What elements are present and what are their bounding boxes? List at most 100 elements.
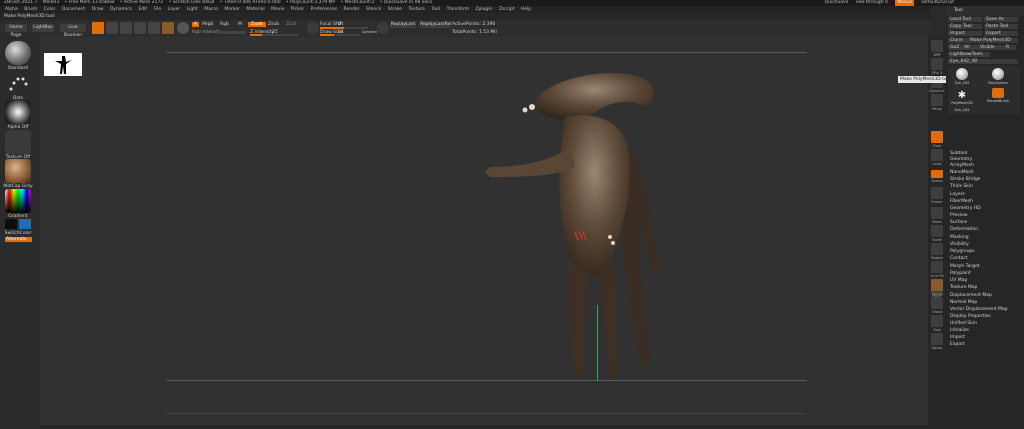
menu-stencil[interactable]: Stencil [366, 6, 381, 13]
menu-arraymesh[interactable]: ArrayMesh [950, 163, 974, 168]
star-icon[interactable]: ✱ [948, 90, 976, 101]
menu-zscript[interactable]: Zscript [499, 6, 515, 13]
switch-color-label[interactable]: SwitchColor [0, 231, 36, 236]
menu-color[interactable]: Color [44, 6, 56, 13]
matcap-swatch[interactable] [5, 159, 31, 183]
texture-sphere-icon[interactable] [177, 22, 189, 34]
texture-swatch[interactable] [5, 130, 31, 154]
menu-transform[interactable]: Transform [447, 6, 469, 13]
spix-button[interactable] [931, 58, 943, 70]
tool-thumb-simplebrush[interactable] [992, 88, 1004, 98]
scale-button[interactable] [134, 22, 146, 34]
menu-edit[interactable]: Edit [138, 6, 147, 13]
material-swatch[interactable] [162, 22, 174, 34]
menu-vector-displacement-map[interactable]: Vector Displacement Map [950, 307, 1008, 312]
menu-texture-map[interactable]: Texture Map [950, 285, 977, 290]
bpr-button[interactable] [931, 40, 943, 52]
z-intensity-slider[interactable] [250, 34, 298, 36]
dynamic-toggle[interactable]: Dynamic [362, 30, 377, 34]
menu-alpha[interactable]: Alpha [5, 6, 18, 13]
move-view-button[interactable] [931, 207, 943, 219]
rgb-toggle[interactable]: Rgb [220, 22, 229, 27]
menu-surface[interactable]: Surface [950, 220, 967, 225]
dots-stroke-icon[interactable] [5, 71, 31, 95]
menu-normal-map[interactable]: Normal Map [950, 300, 977, 305]
tool-title[interactable]: Tool [954, 8, 963, 13]
current-tool-name[interactable]: Eye_042_48 [948, 59, 1018, 64]
ghost-button[interactable] [931, 297, 943, 309]
menu-layer[interactable]: Layer [168, 6, 181, 13]
lightbox-tools-button[interactable]: Lightbox▸Tools [948, 52, 990, 57]
menu-dynamics[interactable]: Dynamics [110, 6, 132, 13]
menu-thick-skin[interactable]: Thick Skin [950, 184, 973, 189]
color-picker[interactable] [5, 189, 31, 213]
menu-layers[interactable]: Layers [950, 192, 965, 197]
menu-light[interactable]: Light [187, 6, 198, 13]
visible-button[interactable]: Visible [978, 45, 1004, 50]
menu-document[interactable]: Document [62, 6, 85, 13]
menu-masking[interactable]: Masking [950, 235, 969, 240]
menu-contact[interactable]: Contact [950, 256, 968, 261]
menu-polypaint[interactable]: Polypaint [950, 271, 971, 276]
menu-fibermesh[interactable]: FiberMesh [950, 199, 973, 204]
draw-size-slider[interactable] [320, 34, 360, 36]
menu-geometry[interactable]: Geometry [950, 157, 972, 162]
menu-displacement-map[interactable]: Displacement Map [950, 293, 992, 298]
menu-preview[interactable]: Preview [950, 213, 968, 218]
copy-tool-button[interactable]: Copy Tool [948, 24, 982, 29]
solo-button[interactable] [931, 315, 943, 327]
alternate-button[interactable]: Alternate [5, 237, 32, 242]
clone-button[interactable]: Clone [948, 38, 968, 43]
menu-geometry-hd[interactable]: Geometry HD [950, 206, 981, 211]
floor-button[interactable] [931, 131, 943, 143]
menu-macro[interactable]: Macro [204, 6, 218, 13]
menu-morph-target[interactable]: Morph Target [950, 264, 980, 269]
menu-render[interactable]: Render [344, 6, 360, 13]
replay-last-button[interactable]: ReplayLast [390, 22, 416, 28]
a-toggle[interactable]: A [192, 22, 200, 27]
menu-help[interactable]: Help [521, 6, 531, 13]
menu-preferences[interactable]: Preferences [311, 6, 337, 13]
line-fill-button[interactable] [931, 261, 943, 273]
make-polymesh3d-button[interactable]: Make PolyMesh3D [968, 38, 1018, 43]
menu-initialize[interactable]: Initialize [950, 328, 969, 333]
rotate-button[interactable] [148, 22, 160, 34]
secondary-color-swatch[interactable] [19, 219, 31, 229]
paste-tool-button[interactable]: Paste Tool [984, 24, 1018, 29]
frame-button[interactable] [931, 187, 943, 199]
alpha-swatch[interactable] [5, 100, 31, 124]
menu-visibility[interactable]: Visibility [950, 242, 969, 247]
zcut-toggle[interactable]: Zcut [286, 22, 296, 27]
menu-export[interactable]: Export [950, 342, 965, 347]
menu-uv-map[interactable]: UV Map [950, 278, 967, 283]
viewport-canvas[interactable] [40, 37, 928, 429]
save-as-button[interactable]: Save As [984, 17, 1018, 22]
focal-shift-slider[interactable] [320, 27, 368, 29]
zadd-toggle[interactable]: Zadd [248, 22, 266, 27]
menu-draw[interactable]: Draw [92, 6, 104, 13]
live-boolean-button[interactable]: Live Boolean [60, 24, 86, 38]
rgb-intensity-slider[interactable] [218, 31, 246, 34]
menu-deformation[interactable]: Deformation [950, 227, 978, 232]
import-button[interactable]: Import [948, 31, 982, 36]
zsub-toggle[interactable]: Zsub [268, 22, 279, 27]
mrgb-toggle[interactable]: Mrgb [202, 22, 213, 27]
rotate-view-button[interactable] [931, 243, 943, 255]
menu-brush[interactable]: Brush [24, 6, 37, 13]
menu-stroke[interactable]: Stroke [388, 6, 402, 13]
menu-picker[interactable]: Picker [291, 6, 304, 13]
persp-button[interactable] [931, 94, 943, 106]
menu-tool[interactable]: Tool [431, 6, 440, 13]
menu-nanomesh[interactable]: NanoMesh [950, 170, 974, 175]
menu-polygroups[interactable]: Polygroups [950, 249, 975, 254]
menu-texture[interactable]: Texture [408, 6, 424, 13]
tool-thumb-polysphere[interactable] [992, 68, 1004, 80]
main-color-swatch[interactable] [5, 219, 17, 229]
r-button[interactable]: R [1004, 45, 1016, 50]
replay-last-rel-button[interactable]: ReplayLastRel [420, 22, 452, 28]
load-tool-button[interactable]: Load Tool [948, 17, 982, 22]
transp-button[interactable] [931, 279, 943, 291]
menu-zplugin[interactable]: Zplugin [475, 6, 492, 13]
menu-unified-skin[interactable]: Unified Skin [950, 321, 977, 326]
home-page-button[interactable]: Home Page [5, 24, 27, 38]
